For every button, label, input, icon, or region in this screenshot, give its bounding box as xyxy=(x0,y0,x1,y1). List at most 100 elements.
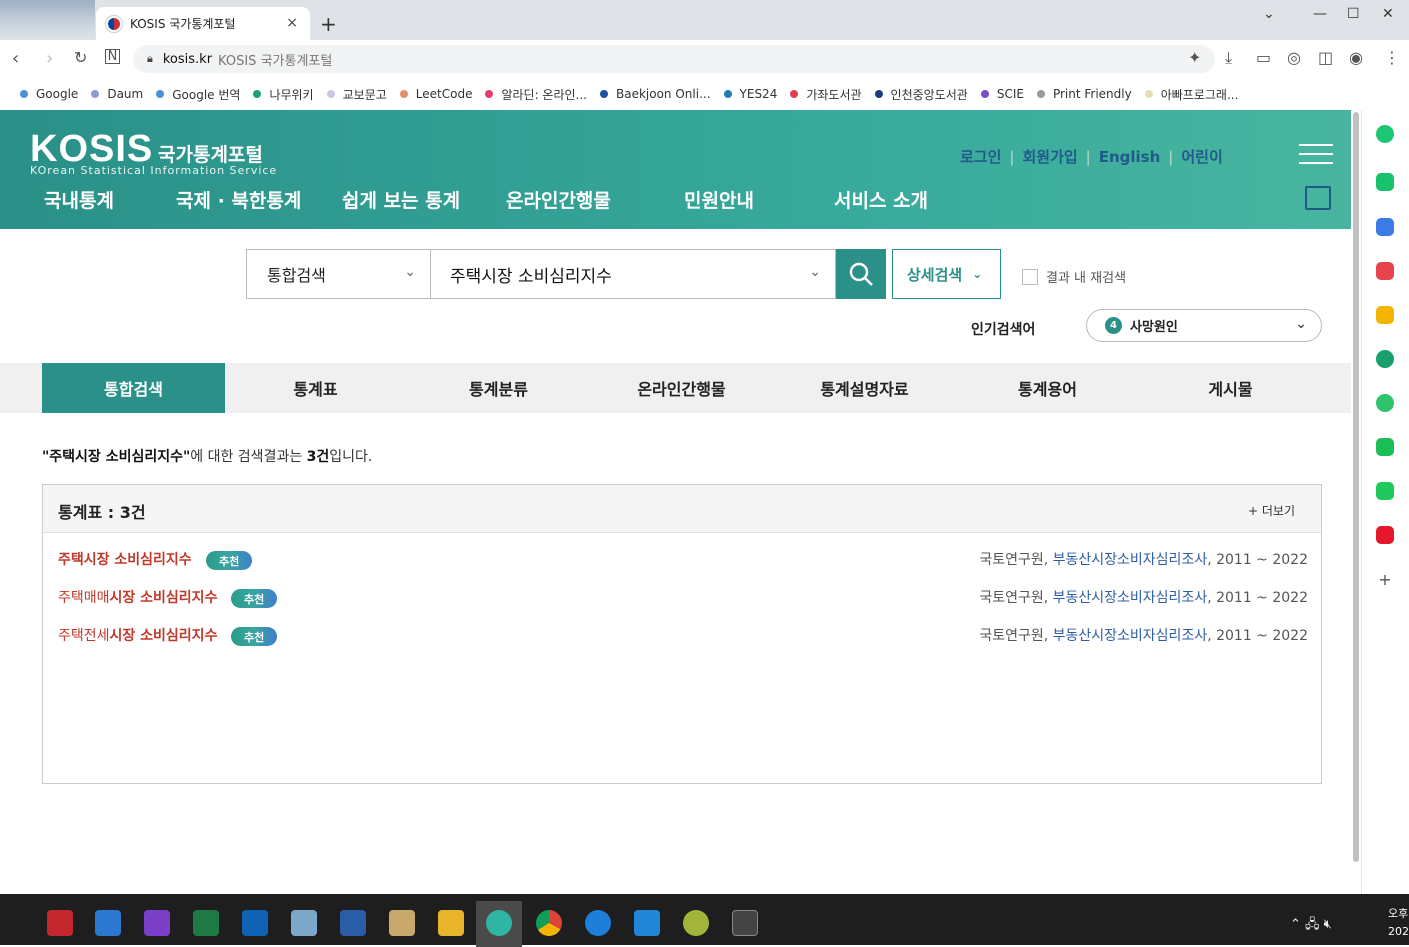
bookmark-item[interactable]: 알라딘: 온라인... xyxy=(485,86,587,103)
more-button[interactable]: + 더보기 xyxy=(1248,502,1295,519)
now-app-icon[interactable] xyxy=(1376,526,1394,544)
sidebar-toggle-icon[interactable]: ◫ xyxy=(1318,48,1333,67)
gnb-domestic-stats[interactable]: 국내통계 xyxy=(44,186,114,213)
bookmark-item[interactable]: SCIE xyxy=(980,87,1024,101)
hamburger-menu-icon[interactable] xyxy=(1299,144,1333,166)
tab-close-icon[interactable]: × xyxy=(286,15,298,31)
tab-posts[interactable]: 게시물 xyxy=(1139,363,1322,413)
research-within-results[interactable]: 결과 내 재검색 xyxy=(1022,267,1126,286)
reload-icon[interactable]: ↻ xyxy=(74,48,87,67)
back-icon[interactable]: ‹ xyxy=(12,48,19,69)
notes-icon[interactable] xyxy=(291,910,317,936)
taskbar-clock[interactable]: 오후 2022 xyxy=(1388,905,1409,941)
bookmark-item[interactable]: 나무위키 xyxy=(253,86,314,103)
excel-icon[interactable] xyxy=(193,910,219,936)
pocket-icon[interactable] xyxy=(1376,262,1394,280)
whale-browser-icon[interactable] xyxy=(486,910,512,936)
extension-puzzle-icon[interactable]: ✦ xyxy=(1188,48,1201,67)
screenshot-icon[interactable]: ◎ xyxy=(1287,48,1301,67)
search-input[interactable]: 주택시장 소비심리지수 ⌄ xyxy=(430,249,836,299)
bookmark-item[interactable]: LeetCode xyxy=(399,87,472,101)
system-tray[interactable]: ⌃ 🖧 🔇︎ xyxy=(1290,915,1332,937)
file-explorer-icon[interactable] xyxy=(438,910,464,936)
notion-extension-icon[interactable]: N xyxy=(105,49,120,64)
gnb-civil-service[interactable]: 민원안내 xyxy=(684,186,754,213)
green-circle-icon[interactable] xyxy=(1376,125,1394,143)
popular-term[interactable]: 사망원인 xyxy=(1130,316,1178,335)
browser-tab-active[interactable]: KOSIS 국가통계포털 × xyxy=(96,7,310,40)
bookmark-item[interactable]: 아빠프로그래... xyxy=(1144,86,1238,103)
acrobat-icon[interactable] xyxy=(47,910,73,936)
star-app-icon[interactable] xyxy=(1376,306,1394,324)
forward-icon[interactable]: › xyxy=(46,48,53,69)
bookmark-item[interactable]: 가좌도서관 xyxy=(790,86,862,103)
tab-stat-descriptions[interactable]: 통계설명자료 xyxy=(773,363,956,413)
bell-app-icon[interactable] xyxy=(1376,173,1394,191)
search-scope-select[interactable]: 통합검색 ⌄ xyxy=(246,249,431,299)
outlook-icon[interactable] xyxy=(242,910,268,936)
login-link[interactable]: 로그인 xyxy=(960,146,1001,167)
gnb-easy-stats[interactable]: 쉽게 보는 통계 xyxy=(342,186,460,213)
minimize-button[interactable]: — xyxy=(1313,6,1327,22)
signup-link[interactable]: 회원가입 xyxy=(1022,146,1077,167)
terminal-icon[interactable] xyxy=(732,910,758,936)
bookmark-item[interactable]: Google 번역 xyxy=(156,86,240,103)
result-survey-link[interactable]: 부동산시장소비자심리조사 xyxy=(1053,590,1208,606)
green-square-icon[interactable] xyxy=(1376,482,1394,500)
chevron-down-icon[interactable]: ⌄ xyxy=(809,264,821,280)
add-icon[interactable]: + xyxy=(1376,571,1394,589)
bookmark-item[interactable]: Daum xyxy=(91,87,143,101)
web-page: KOSIS 국가통계포털 KOrean Statistical Informat… xyxy=(0,110,1361,894)
bookmark-item[interactable]: YES24 xyxy=(723,87,777,101)
tab-stat-classification[interactable]: 통계분류 xyxy=(407,363,590,413)
gnb-online-publications[interactable]: 온라인간행물 xyxy=(506,186,611,213)
close-window-button[interactable]: ✕ xyxy=(1382,6,1394,22)
profile-icon[interactable]: ◉ xyxy=(1349,48,1363,67)
result-survey-link[interactable]: 부동산시장소비자심리조사 xyxy=(1053,552,1208,568)
bookmark-item[interactable]: Baekjoon Onli... xyxy=(600,87,711,101)
more-menu-icon[interactable]: ⋮ xyxy=(1384,48,1400,67)
tab-online-publications[interactable]: 온라인간행물 xyxy=(590,363,773,413)
tab-integrated-search[interactable]: 통합검색 xyxy=(42,363,225,413)
bookmark-item[interactable]: 교보문고 xyxy=(326,86,387,103)
chevron-down-icon[interactable]: ⌄ xyxy=(1295,316,1307,332)
tab-title: KOSIS 국가통계포털 xyxy=(130,17,236,31)
cast-icon[interactable]: ▭ xyxy=(1256,48,1271,67)
research-checkbox[interactable] xyxy=(1022,268,1038,285)
vscode-icon[interactable] xyxy=(634,910,660,936)
result-survey-link[interactable]: 부동산시장소비자심리조사 xyxy=(1053,628,1208,644)
tab-stat-tables[interactable]: 통계표 xyxy=(224,363,407,413)
search-window-icon[interactable] xyxy=(1305,186,1331,210)
word-icon[interactable] xyxy=(340,910,366,936)
tab-stat-terms[interactable]: 통계용어 xyxy=(956,363,1139,413)
search-button[interactable] xyxy=(836,249,886,299)
webtoon-icon[interactable] xyxy=(1376,438,1394,456)
result-title-link[interactable]: 주택매매시장 소비심리지수 xyxy=(58,587,217,607)
download-icon[interactable]: ⤓ xyxy=(1225,48,1232,68)
bookmark-item[interactable]: 인천중앙도서관 xyxy=(874,86,968,103)
kids-link[interactable]: 어린이 xyxy=(1181,146,1222,167)
briefcase-app-icon[interactable] xyxy=(1376,218,1394,236)
advanced-search-button[interactable]: 상세검색 ⌄ xyxy=(892,249,1001,299)
visual-studio-icon[interactable] xyxy=(144,910,170,936)
edge-app-icon[interactable] xyxy=(1376,350,1394,368)
edge-icon[interactable] xyxy=(585,910,611,936)
bookmark-item[interactable]: Print Friendly xyxy=(1036,87,1132,101)
new-tab-button[interactable]: + xyxy=(320,12,337,36)
gnb-service-intro[interactable]: 서비스 소개 xyxy=(834,186,928,213)
play-circle-icon[interactable] xyxy=(1376,394,1394,412)
result-title-link[interactable]: 주택시장 소비심리지수 xyxy=(58,549,192,569)
tab-search-icon[interactable]: ⌄ xyxy=(1263,6,1275,22)
url-bar[interactable]: 🔒︎ kosis.kr KOSIS 국가통계포털 xyxy=(133,45,1215,73)
scrollbar-thumb[interactable] xyxy=(1353,112,1359,862)
english-link[interactable]: English xyxy=(1099,148,1161,166)
hs-app-icon[interactable] xyxy=(683,910,709,936)
mail-icon[interactable] xyxy=(95,910,121,936)
paint-icon[interactable] xyxy=(389,910,415,936)
maximize-button[interactable]: ☐ xyxy=(1347,6,1360,22)
bookmark-item[interactable]: Google xyxy=(20,87,78,101)
popular-search-dropdown[interactable]: 4 사망원인 ⌄ xyxy=(1086,309,1322,342)
result-title-link[interactable]: 주택전세시장 소비심리지수 xyxy=(58,625,217,645)
gnb-international-stats[interactable]: 국제 · 북한통계 xyxy=(176,186,301,213)
chrome-icon[interactable] xyxy=(536,910,562,936)
